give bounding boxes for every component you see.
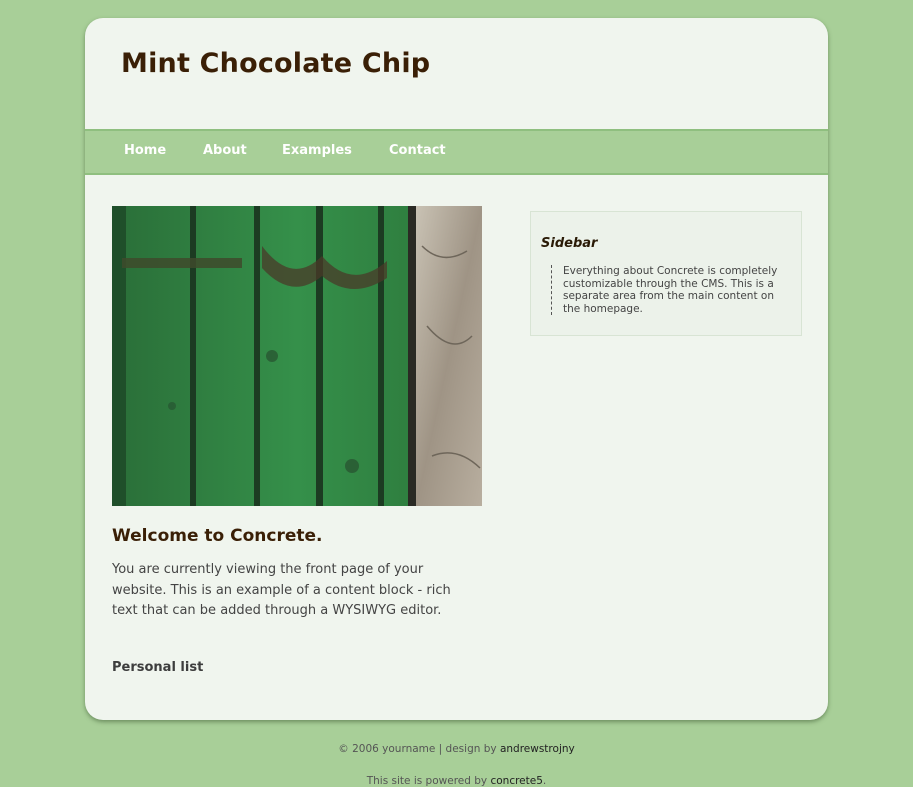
hero-image xyxy=(112,206,482,506)
concrete5-link[interactable]: concrete5 xyxy=(490,775,542,787)
page-card: Mint Chocolate Chip Home About Examples … xyxy=(85,18,828,720)
welcome-heading: Welcome to Concrete. xyxy=(112,526,323,546)
sidebar-title: Sidebar xyxy=(541,236,598,251)
copyright-text: © 2006 yourname | design by xyxy=(338,743,500,755)
powered-suffix: . xyxy=(542,775,547,787)
footer-powered: This site is powered by concrete5. xyxy=(0,775,913,787)
powered-text: This site is powered by xyxy=(366,775,491,787)
nav-item-about[interactable]: About xyxy=(203,143,247,158)
sidebar-text: Everything about Concrete is completely … xyxy=(551,265,791,315)
nav-item-home[interactable]: Home xyxy=(124,143,166,158)
designer-link[interactable]: andrewstrojny xyxy=(500,743,575,755)
nav-item-contact[interactable]: Contact xyxy=(389,143,446,158)
footer-copyright: © 2006 yourname | design by andrewstrojn… xyxy=(0,743,913,755)
nav-item-examples[interactable]: Examples xyxy=(282,143,352,158)
content-block-text: You are currently viewing the front page… xyxy=(112,562,451,618)
site-title[interactable]: Mint Chocolate Chip xyxy=(121,48,430,79)
sidebar-panel: Sidebar Everything about Concrete is com… xyxy=(530,211,802,336)
green-door-illustration xyxy=(112,206,482,506)
main-nav: Home About Examples Contact xyxy=(85,129,828,175)
personal-list-heading: Personal list xyxy=(112,660,204,675)
